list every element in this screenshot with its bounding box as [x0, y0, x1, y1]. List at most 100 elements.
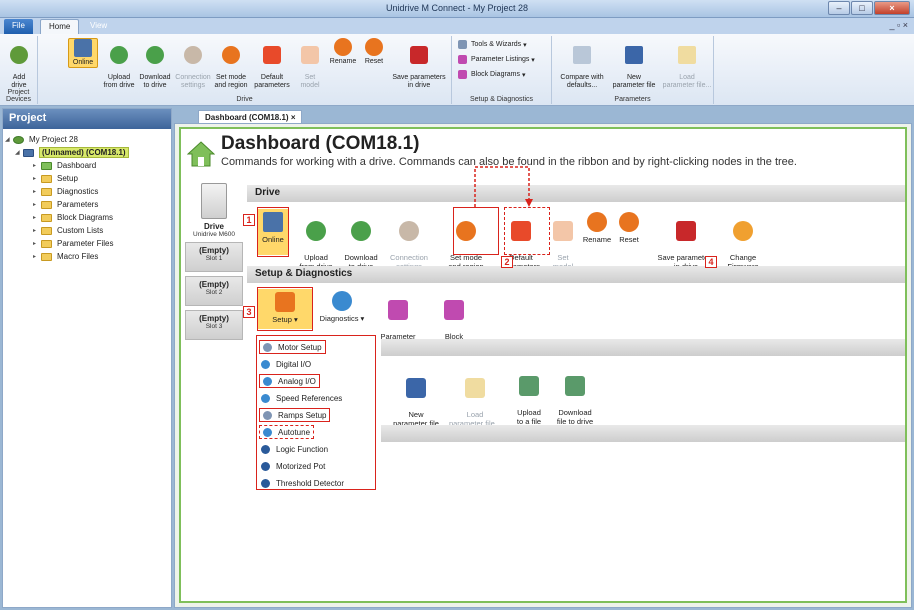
setup-menu-item[interactable]: Motor Setup: [259, 340, 326, 354]
slot-1[interactable]: (Empty) Slot 1: [185, 242, 243, 272]
expand-arrow-icon[interactable]: ▸: [33, 227, 41, 234]
compare-defaults-button[interactable]: Compare with defaults...: [558, 38, 606, 90]
expand-arrow-icon[interactable]: ▸: [33, 253, 41, 260]
expand-arrow-icon[interactable]: ▸: [33, 214, 41, 221]
reset-button[interactable]: Reset: [611, 212, 647, 244]
save-drive-icon: [410, 46, 428, 64]
ribbon-default-parameters-button[interactable]: Default parameters: [250, 38, 294, 90]
upload-icon: [110, 46, 128, 64]
drive-model: Unidrive M600: [193, 231, 235, 238]
ribbon-set-mode-button[interactable]: Set mode and region: [212, 38, 250, 90]
block-diagrams-menu[interactable]: Block Diagrams ▾: [458, 70, 525, 79]
close-button[interactable]: ×: [874, 1, 910, 15]
ribbon-group-label: Setup & Diagnostics: [469, 96, 534, 103]
ribbon-window-controls[interactable]: _ ▫ ×: [890, 20, 908, 30]
tree-item[interactable]: ▸ Block Diagrams: [5, 211, 169, 224]
ribbon-load-parameter-file-button[interactable]: Load parameter file...: [660, 38, 714, 90]
add-drive-button[interactable]: Add drive: [0, 38, 38, 90]
tab-view[interactable]: View: [82, 19, 115, 34]
setup-menu-item[interactable]: Autotune: [259, 425, 315, 439]
annotation-box-online: [257, 207, 289, 257]
tab-dashboard[interactable]: Dashboard (COM18.1) ×: [198, 110, 303, 124]
upload-to-file-button[interactable]: Upload to a file: [507, 367, 551, 426]
connection-icon: [184, 46, 202, 64]
tree-item[interactable]: ▸ Custom Lists: [5, 224, 169, 237]
download-icon: [351, 221, 371, 241]
ribbon-new-parameter-file-button[interactable]: New parameter file: [608, 38, 660, 90]
reset-icon: [619, 212, 639, 232]
load-parameter-file-button[interactable]: Load parameter file...: [444, 369, 506, 428]
expand-arrow-icon[interactable]: ▸: [33, 162, 41, 169]
expand-arrow-icon[interactable]: ▸: [33, 201, 41, 208]
expand-arrow-icon[interactable]: ▸: [33, 188, 41, 195]
tree-project-root[interactable]: ◢ My Project 28: [5, 133, 169, 146]
ribbon-download-button[interactable]: Download to drive: [136, 38, 174, 90]
setup-menu-item[interactable]: Motorized Pot: [261, 459, 325, 473]
minimize-button[interactable]: –: [828, 1, 850, 15]
set-model-button[interactable]: Set model: [545, 212, 581, 271]
tree-item[interactable]: ▸ Dashboard: [5, 159, 169, 172]
expand-arrow-icon[interactable]: ▸: [33, 240, 41, 247]
tree-item-label: Dashboard: [57, 161, 97, 170]
section-setup-header: Setup & Diagnostics: [247, 266, 905, 283]
ribbon-reset-button[interactable]: Reset: [360, 38, 388, 66]
connection-settings-button[interactable]: Connection settings: [387, 212, 431, 271]
tree-item[interactable]: ▸ Parameters: [5, 198, 169, 211]
tab-file[interactable]: File: [4, 19, 33, 34]
annotation-box-set-mode: [453, 207, 499, 255]
download-to-drive-button[interactable]: Download to drive: [339, 212, 383, 271]
setup-menu-item[interactable]: Ramps Setup: [259, 408, 331, 422]
collapse-arrow-icon[interactable]: ◢: [15, 149, 23, 156]
annotation-number-4: 4: [705, 256, 717, 268]
change-firmware-button[interactable]: Change Firmware: [721, 212, 765, 271]
ribbon-group-label: Drive: [236, 96, 253, 103]
ribbon-upload-button[interactable]: Upload from drive: [100, 38, 138, 90]
project-panel-title: Project: [3, 109, 171, 129]
tree-drive-node[interactable]: ◢ (Unnamed) (COM18.1): [5, 146, 169, 159]
tree-item[interactable]: ▸ Setup: [5, 172, 169, 185]
folder-icon: [465, 378, 485, 398]
folder-icon: [41, 252, 52, 261]
download-file-icon: [565, 376, 585, 396]
ribbon-rename-button[interactable]: Rename: [326, 38, 360, 66]
expand-arrow-icon[interactable]: ▸: [33, 175, 41, 182]
setup-menu-item[interactable]: Digital I/O: [261, 357, 311, 371]
upload-icon: [306, 221, 326, 241]
ribbon-save-parameters-button[interactable]: Save parameters in drive: [388, 38, 450, 90]
menu-item-icon: [263, 342, 272, 352]
pencil-icon: [222, 46, 240, 64]
folder-icon: [41, 200, 52, 209]
tab-home[interactable]: Home: [40, 19, 80, 34]
setup-menu-item[interactable]: Threshold Detector: [261, 476, 344, 490]
ribbon-set-model-button[interactable]: Set model: [296, 38, 324, 90]
annotation-box-default-parameters: [504, 207, 550, 255]
collapse-arrow-icon[interactable]: ◢: [5, 136, 13, 143]
setup-menu-item[interactable]: Speed References: [261, 391, 342, 405]
diagnostics-button[interactable]: Diagnostics ▾: [317, 291, 367, 323]
tree-item[interactable]: ▸ Diagnostics: [5, 185, 169, 198]
setup-menu-item[interactable]: Logic Function: [261, 442, 328, 456]
tree-item[interactable]: ▸ Parameter Files: [5, 237, 169, 250]
close-tab-icon[interactable]: ×: [291, 113, 296, 122]
new-parameter-file-button[interactable]: New parameter file: [387, 369, 445, 428]
slot-2[interactable]: (Empty) Slot 2: [185, 276, 243, 306]
tree-item-label: Diagnostics: [57, 187, 99, 196]
tree-item-label: Block Diagrams: [57, 213, 114, 222]
download-file-to-drive-button[interactable]: Download file to drive: [549, 367, 601, 426]
document-area: Dashboard (COM18.1) Commands for working…: [174, 123, 912, 608]
ribbon-online-button[interactable]: Online: [68, 38, 98, 68]
drive-image-icon: [201, 183, 227, 219]
setup-menu-item[interactable]: Analog I/O: [259, 374, 320, 388]
dashboard: Dashboard (COM18.1) Commands for working…: [179, 127, 907, 603]
maximize-button[interactable]: □: [851, 1, 873, 15]
upload-from-drive-button[interactable]: Upload from drive: [294, 212, 338, 271]
tree-item-label: Macro Files: [57, 252, 99, 261]
project-tree: ◢ My Project 28 ◢ (Unnamed) (COM18.1) ▸ D…: [3, 129, 171, 267]
tools-wizards-menu[interactable]: Tools & Wizards ▾: [458, 40, 527, 49]
drive-node-icon: [23, 148, 34, 157]
tree-item[interactable]: ▸ Macro Files: [5, 250, 169, 263]
slot-3[interactable]: (Empty) Slot 3: [185, 310, 243, 340]
parameter-listings-menu[interactable]: Parameter Listings ▾: [458, 55, 535, 64]
page-title: Dashboard (COM18.1): [221, 133, 420, 154]
ribbon-connection-settings-button[interactable]: Connection settings: [174, 38, 212, 90]
